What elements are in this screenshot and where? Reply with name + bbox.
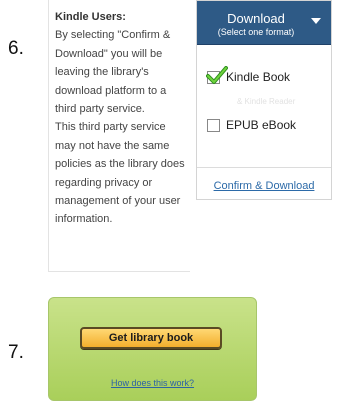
checkmark-icon bbox=[206, 65, 228, 84]
notice-line: This third party service bbox=[55, 121, 166, 134]
notice-heading: Kindle Users: bbox=[55, 11, 126, 23]
notice-line: download platform to a bbox=[55, 84, 167, 97]
caret-down-icon bbox=[311, 18, 321, 24]
notice-line: third party service. bbox=[55, 103, 145, 116]
epub-checkbox[interactable] bbox=[207, 118, 220, 132]
divider bbox=[197, 167, 331, 168]
format-option-epub[interactable]: EPUB eBook bbox=[207, 115, 296, 135]
how-does-this-work-link[interactable]: How does this work? bbox=[49, 378, 256, 388]
step-number-6: 6. bbox=[8, 38, 24, 59]
download-dropdown-button[interactable]: Download (Select one format) bbox=[197, 1, 331, 45]
kindle-checkbox[interactable] bbox=[206, 65, 228, 84]
format-option-kindle[interactable]: Kindle Book bbox=[206, 65, 291, 87]
notice-line: regarding privacy or bbox=[55, 176, 153, 189]
format-option-label: Kindle Book bbox=[226, 70, 291, 84]
format-option-label: EPUB eBook bbox=[226, 118, 297, 132]
kindle-users-notice: Kindle Users: By selecting "Confirm & Do… bbox=[48, 0, 190, 272]
get-library-book-button[interactable]: Get library book bbox=[80, 327, 222, 349]
confirm-download-link[interactable]: Confirm & Download bbox=[197, 180, 331, 192]
notice-line: Download" you will be bbox=[55, 47, 163, 60]
notice-line: policies as the library does bbox=[55, 158, 185, 171]
faded-text: & Kindle Reader bbox=[237, 97, 296, 106]
notice-line: leaving the library's bbox=[55, 66, 149, 79]
download-subtitle: (Select one format) bbox=[217, 27, 295, 37]
step-number-7: 7. bbox=[8, 342, 24, 363]
notice-line: may not have the same bbox=[55, 139, 170, 152]
download-format-panel: Download (Select one format) Kindle Book… bbox=[196, 0, 332, 200]
library-book-panel: Get library book How does this work? bbox=[48, 297, 257, 401]
notice-line: information. bbox=[55, 213, 113, 226]
notice-line: By selecting "Confirm & bbox=[55, 29, 171, 42]
notice-line: management of your user bbox=[55, 195, 181, 208]
